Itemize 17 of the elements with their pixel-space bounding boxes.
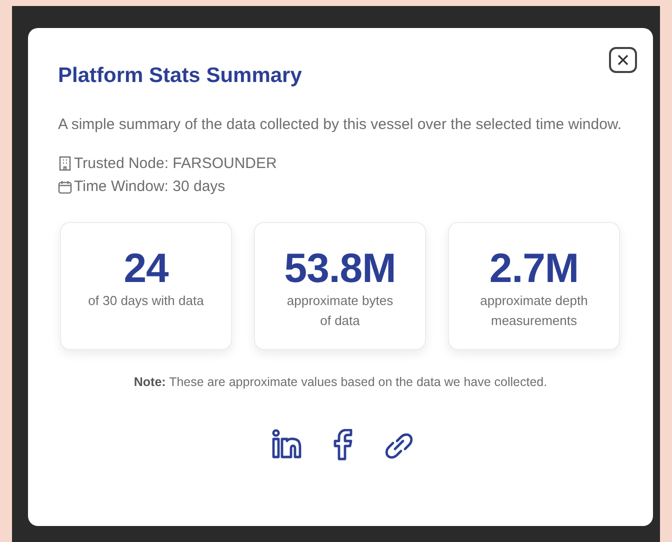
meta-text: Trusted Node: FARSOUNDER — [74, 154, 277, 174]
close-button[interactable] — [609, 47, 637, 73]
description-text: A simple summary of the data collected by this vessel over the selected time window. — [58, 115, 623, 135]
stat-label: approximate bytes of data — [286, 292, 394, 330]
stat-value: 2.7M — [489, 245, 579, 291]
stat-value: 53.8M — [284, 245, 396, 291]
calendar-icon — [58, 180, 72, 194]
meta-text: Time Window: 30 days — [74, 177, 226, 197]
stat-label: of 30 days with data — [87, 292, 205, 310]
facebook-icon — [332, 429, 352, 461]
stat-value: 24 — [124, 245, 168, 291]
note-text: Note: These are approximate values based on the data we have collected. — [132, 375, 548, 389]
facebook-link[interactable] — [332, 429, 352, 463]
modal-title: Platform Stats Summary — [58, 63, 303, 89]
building-icon — [58, 156, 72, 171]
stat-label: approximate depth measurements — [479, 292, 589, 330]
close-icon — [617, 54, 629, 66]
